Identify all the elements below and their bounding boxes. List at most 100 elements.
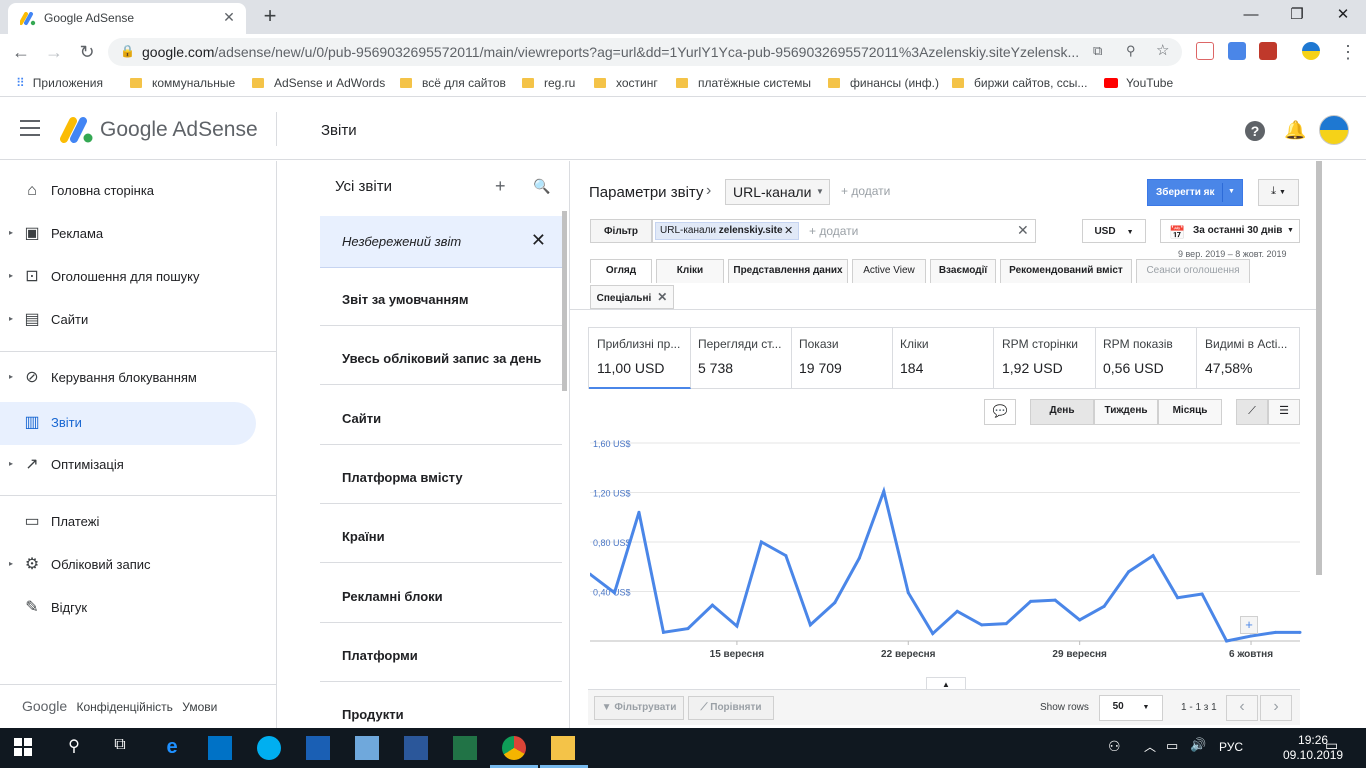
tab-ad-sessions[interactable]: Сеанси оголошення bbox=[1136, 259, 1250, 283]
bookmark-apps[interactable]: ⠿ Приложения bbox=[16, 76, 103, 90]
notifications-bell-icon[interactable]: 🔔 bbox=[1284, 120, 1306, 141]
report-item[interactable]: Платформа вмісту bbox=[320, 452, 562, 504]
data-point[interactable] bbox=[1078, 618, 1082, 622]
nav-item-account[interactable]: ▸ ⚙ Обліковий запис bbox=[0, 544, 256, 587]
data-point[interactable] bbox=[833, 601, 837, 605]
forward-arrow-icon[interactable]: → bbox=[42, 40, 66, 64]
metric-card-active-view[interactable]: Видимі в Acti... 47,58% bbox=[1197, 327, 1299, 389]
profile-avatar-icon[interactable] bbox=[1302, 42, 1320, 60]
search-icon[interactable]: 🔍 bbox=[533, 178, 550, 195]
data-point[interactable] bbox=[1249, 634, 1253, 638]
computer-icon[interactable] bbox=[355, 736, 379, 760]
data-point[interactable] bbox=[1274, 630, 1278, 634]
data-point[interactable] bbox=[637, 510, 641, 514]
data-point[interactable] bbox=[955, 609, 959, 613]
metric-card-earnings[interactable]: Приблизні пр... 11,00 USD bbox=[589, 327, 691, 389]
tab-overview[interactable]: Огляд bbox=[590, 259, 652, 283]
close-icon[interactable]: ✕ bbox=[657, 290, 667, 304]
data-point[interactable] bbox=[1298, 630, 1302, 634]
data-point[interactable] bbox=[906, 591, 910, 595]
report-item-unsaved[interactable]: Незбережений звіт ✕ bbox=[320, 216, 562, 268]
data-point[interactable] bbox=[1225, 639, 1229, 643]
language-indicator[interactable]: РУС bbox=[1219, 740, 1243, 754]
skype-icon[interactable] bbox=[257, 736, 281, 760]
volume-icon[interactable]: 🔊 bbox=[1190, 737, 1206, 753]
bookmark-folder[interactable]: хостинг bbox=[594, 76, 658, 90]
pdf-extension-icon[interactable] bbox=[1196, 42, 1214, 60]
tab-data-view[interactable]: Представлення даних bbox=[728, 259, 848, 283]
tray-chevron-icon[interactable]: ︿ bbox=[1144, 738, 1156, 755]
nav-item-reports[interactable]: ▥ Звіти bbox=[0, 402, 256, 445]
people-icon[interactable]: ⚇ bbox=[1108, 738, 1121, 755]
report-item[interactable]: Звіт за умовчанням bbox=[320, 274, 562, 326]
report-item[interactable]: Сайти bbox=[320, 393, 562, 445]
period-day-button[interactable]: День bbox=[1030, 399, 1094, 425]
metric-card-impressions[interactable]: Покази 19 709 bbox=[791, 327, 893, 389]
tab-active-view[interactable]: Active View bbox=[852, 259, 926, 283]
data-point[interactable] bbox=[1200, 592, 1204, 596]
app-icon[interactable] bbox=[306, 736, 330, 760]
data-point[interactable] bbox=[661, 630, 665, 634]
bookmark-folder[interactable]: всё для сайтов bbox=[400, 76, 506, 90]
bar-chart-toggle[interactable]: ☰ bbox=[1268, 399, 1300, 425]
bookmark-folder[interactable]: коммунальные bbox=[130, 76, 235, 90]
compare-button[interactable]: ⟋ Порівняти bbox=[688, 696, 774, 720]
filter-rows-button[interactable]: ▼ Фільтрувати bbox=[594, 696, 684, 720]
nav-item-sites[interactable]: ▸ ▤ Сайти bbox=[0, 299, 256, 342]
data-point[interactable] bbox=[882, 489, 886, 493]
word-icon[interactable] bbox=[404, 736, 428, 760]
report-item[interactable]: Рекламні блоки bbox=[320, 571, 562, 623]
bookmark-folder[interactable]: биржи сайтов, ссы... bbox=[952, 76, 1087, 90]
file-explorer-icon[interactable] bbox=[551, 736, 575, 760]
bookmark-star-icon[interactable]: ☆ bbox=[1156, 41, 1169, 59]
back-arrow-icon[interactable]: ← bbox=[9, 40, 33, 64]
dimension-select[interactable]: URL-канали ▼ bbox=[725, 179, 830, 205]
rows-per-page-select[interactable]: 50 ▼ bbox=[1099, 695, 1163, 721]
windows-start-icon[interactable] bbox=[12, 736, 36, 760]
data-point[interactable] bbox=[710, 603, 714, 607]
help-icon[interactable]: ? bbox=[1245, 121, 1265, 141]
period-week-button[interactable]: Тиждень bbox=[1094, 399, 1158, 425]
filter-add-input[interactable]: + додати bbox=[809, 224, 858, 238]
tab-close-icon[interactable]: ✕ bbox=[220, 8, 238, 26]
search-icon[interactable]: ⚲ bbox=[62, 736, 86, 760]
close-window-button[interactable]: ✕ bbox=[1320, 0, 1366, 32]
filter-button[interactable]: Фільтр bbox=[590, 219, 652, 243]
annotations-button[interactable]: 💬 bbox=[984, 399, 1016, 425]
data-point[interactable] bbox=[759, 540, 763, 544]
period-month-button[interactable]: Місяць bbox=[1158, 399, 1222, 425]
data-point[interactable] bbox=[1176, 596, 1180, 600]
extension-red-icon[interactable] bbox=[1259, 42, 1277, 60]
menu-dots-icon[interactable]: ⋮ bbox=[1336, 40, 1360, 64]
notifications-icon[interactable]: ▭ bbox=[1325, 737, 1338, 754]
bookmark-folder[interactable]: reg.ru bbox=[522, 76, 575, 90]
data-point[interactable] bbox=[1127, 570, 1131, 574]
chevron-down-icon[interactable]: ▼ bbox=[1228, 188, 1235, 195]
chip-close-icon[interactable]: ✕ bbox=[784, 224, 793, 237]
task-view-icon[interactable]: ⧉ bbox=[108, 736, 132, 760]
filter-chip[interactable]: URL-канали zelenskiy.site ✕ bbox=[655, 222, 799, 240]
data-point[interactable] bbox=[784, 554, 788, 558]
data-point[interactable] bbox=[980, 623, 984, 627]
extension-icon[interactable] bbox=[1228, 42, 1246, 60]
prev-page-button[interactable]: ‹ bbox=[1226, 695, 1258, 721]
data-point[interactable] bbox=[1004, 622, 1008, 626]
privacy-link[interactable]: Конфіденційність bbox=[77, 700, 173, 714]
date-range-select[interactable]: 📅 За останні 30 днів ▼ bbox=[1160, 219, 1300, 243]
nav-item-optimization[interactable]: ▸ ↗ Оптимізація bbox=[0, 444, 256, 487]
data-point[interactable] bbox=[1151, 554, 1155, 558]
nav-item-ads[interactable]: ▸ ▣ Реклама bbox=[0, 213, 256, 256]
line-chart-toggle[interactable]: ⟋ bbox=[1236, 399, 1268, 425]
clear-filter-icon[interactable]: ✕ bbox=[1017, 222, 1029, 239]
data-point[interactable] bbox=[686, 627, 690, 631]
nav-item-feedback[interactable]: ✎ Відгук bbox=[0, 587, 256, 630]
edge-icon[interactable]: e bbox=[160, 736, 184, 760]
metric-card-clicks[interactable]: Кліки 184 bbox=[892, 327, 994, 389]
translate-icon[interactable]: ⧉ bbox=[1093, 43, 1102, 59]
tab-recommended[interactable]: Рекомендований вміст bbox=[1000, 259, 1132, 283]
tab-clicks[interactable]: Кліки bbox=[656, 259, 724, 283]
minimize-button[interactable]: — bbox=[1228, 0, 1274, 32]
network-icon[interactable]: ▭ bbox=[1166, 738, 1178, 754]
data-point[interactable] bbox=[808, 623, 812, 627]
account-avatar[interactable] bbox=[1319, 115, 1349, 145]
